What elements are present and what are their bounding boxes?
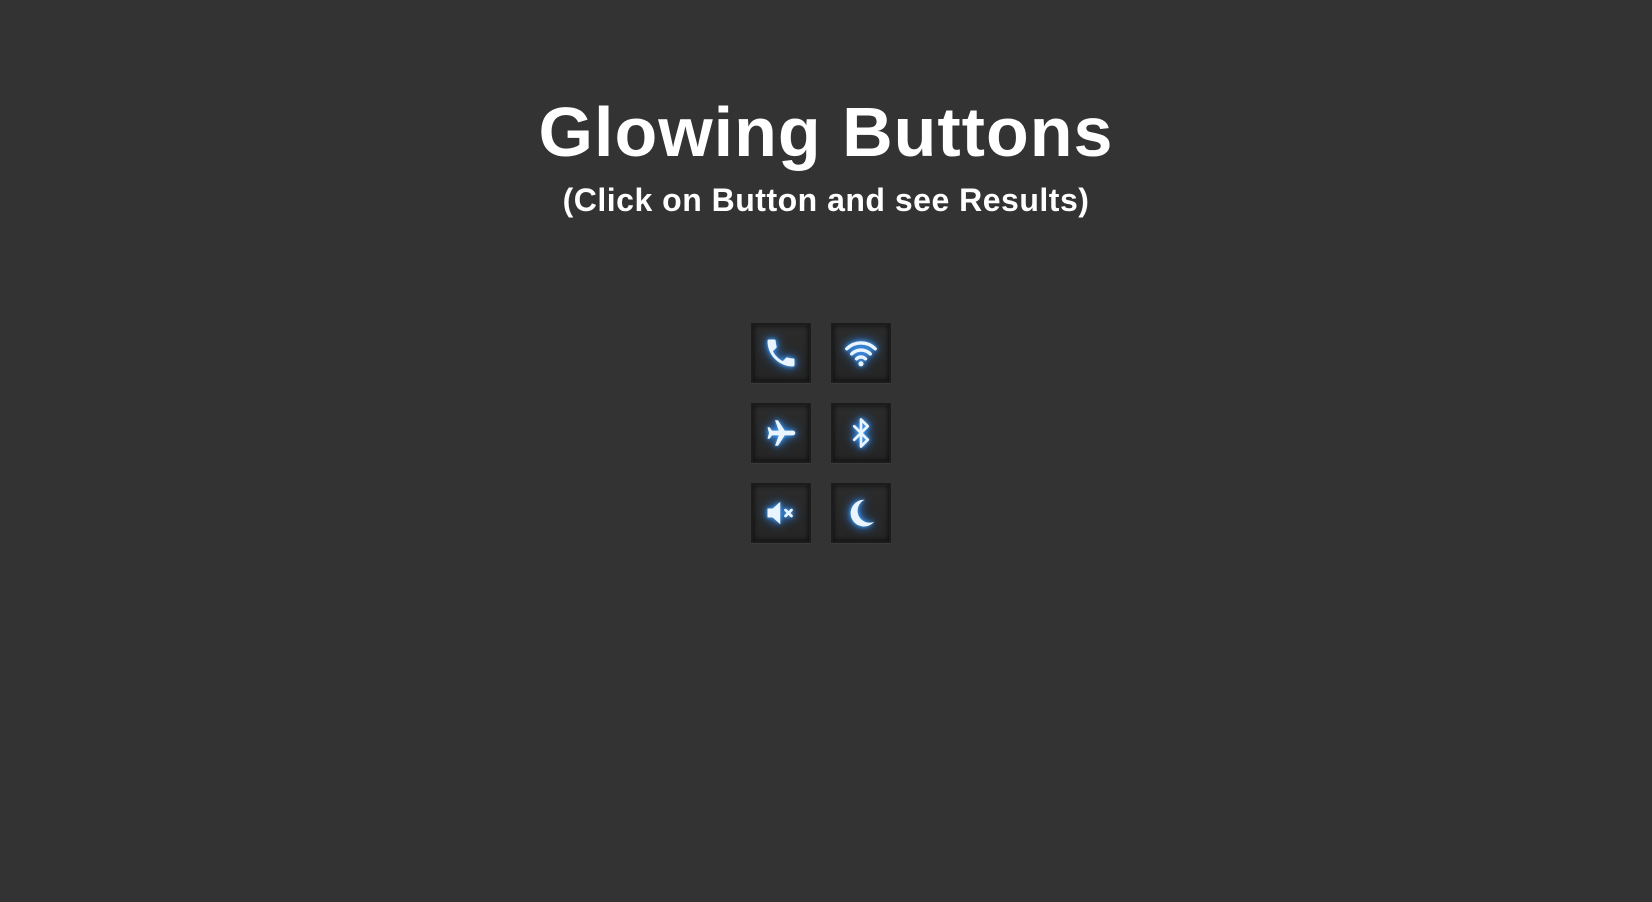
phone-button[interactable] xyxy=(751,323,811,383)
moon-icon xyxy=(850,499,875,527)
phone-icon xyxy=(767,339,795,367)
button-grid xyxy=(751,323,891,543)
page-subtitle: (Click on Button and see Results) xyxy=(562,182,1090,218)
moon-button[interactable] xyxy=(831,483,891,543)
airplane-icon xyxy=(767,420,796,446)
wifi-icon xyxy=(845,341,877,367)
airplane-button[interactable] xyxy=(751,403,811,463)
wifi-button[interactable] xyxy=(831,323,891,383)
mute-button[interactable] xyxy=(751,483,811,543)
bluetooth-icon xyxy=(852,418,870,448)
mute-icon xyxy=(767,501,793,525)
page-title: Glowing Buttons xyxy=(538,93,1114,171)
page: Glowing Buttons (Click on Button and see… xyxy=(0,0,1652,902)
bluetooth-button[interactable] xyxy=(831,403,891,463)
